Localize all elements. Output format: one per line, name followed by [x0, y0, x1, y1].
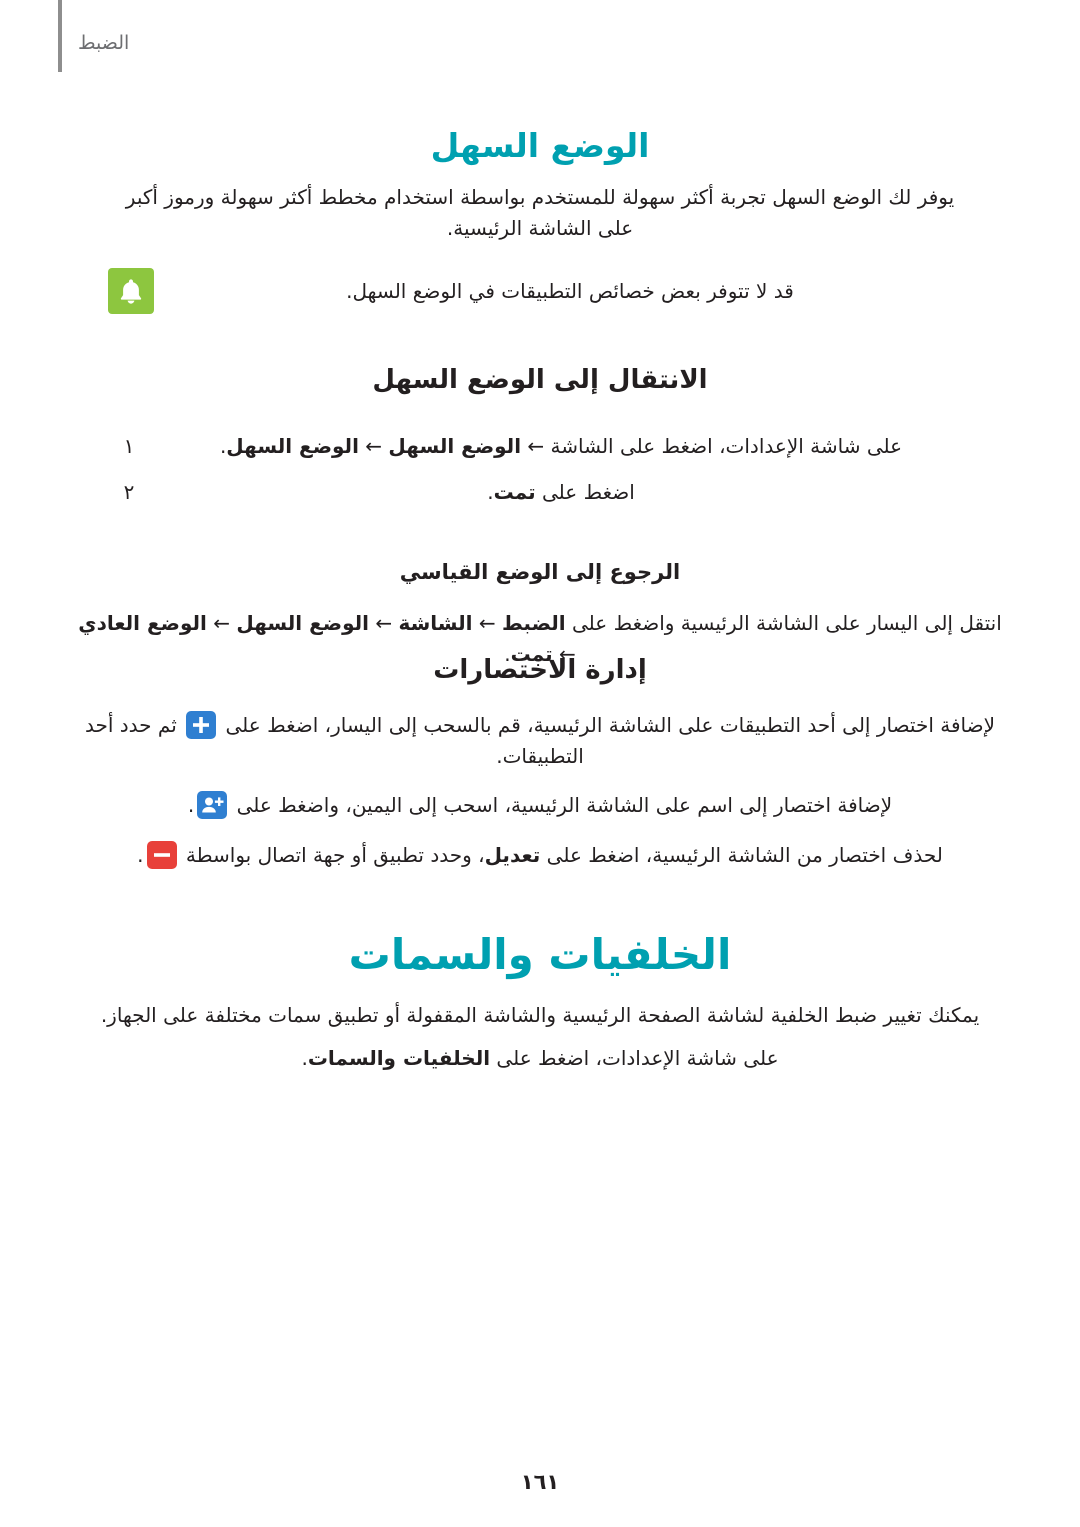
switch-heading-wrap: الانتقال إلى الوضع السهل — [108, 365, 972, 396]
switch-to-easy-mode-heading: الانتقال إلى الوضع السهل — [372, 365, 708, 395]
manage-shortcuts-heading: إدارة الاختصارات — [433, 655, 647, 685]
minus-icon — [146, 841, 177, 869]
list-item: ١ على شاشة الإعدادات، اضغط على الشاشة ← … — [108, 430, 972, 462]
shortcuts-heading-wrap: إدارة الاختصارات — [108, 655, 972, 686]
easy-mode-intro: يوفر لك الوضع السهل تجربة أكثر سهولة للم… — [125, 185, 955, 240]
shortcut-delete-wrap: لحذف اختصار من الشاشة الرئيسية، اضغط على… — [72, 840, 1008, 871]
header-divider-rule — [58, 0, 62, 72]
easy-mode-steps: ١ على شاشة الإعدادات، اضغط على الشاشة ← … — [108, 430, 972, 514]
step-text: على شاشة الإعدادات، اضغط على الشاشة ← ال… — [219, 434, 903, 458]
wallpapers-section-title-wrap: الخلفيات والسمات — [108, 930, 972, 980]
wallpapers-title: الخلفيات والسمات — [348, 930, 732, 979]
step-text: اضغط على تمت. — [487, 480, 635, 504]
page-number: ١٦١ — [520, 1470, 560, 1494]
page-header: الضبط — [0, 0, 1080, 90]
step-number: ٢ — [123, 480, 135, 504]
shortcut-delete-text: لحذف اختصار من الشاشة الرئيسية، اضغط على… — [137, 841, 943, 869]
shortcut-add-contact-wrap: لإضافة اختصار إلى اسم على الشاشة الرئيسي… — [108, 790, 972, 821]
wallpapers-intro: يمكنك تغيير ضبط الخلفية لشاشة الصفحة الر… — [100, 1003, 980, 1027]
list-item: ٢ اضغط على تمت. — [108, 476, 972, 508]
return-to-standard-mode-heading: الرجوع إلى الوضع القياسي — [399, 560, 681, 584]
easy-mode-section-title-wrap: الوضع السهل — [108, 126, 972, 166]
easy-mode-title: الوضع السهل — [430, 126, 650, 165]
return-heading-wrap: الرجوع إلى الوضع القياسي — [108, 560, 972, 585]
shortcut-add-app-text: لإضافة اختصار إلى أحد التطبيقات على الشا… — [85, 711, 995, 768]
shortcut-add-contact-text: لإضافة اختصار إلى اسم على الشاشة الرئيسي… — [187, 791, 893, 819]
add-person-icon — [197, 791, 228, 819]
wallpapers-step-wrap: على شاشة الإعدادات، اضغط على الخلفيات وا… — [108, 1043, 972, 1074]
wallpapers-intro-wrap: يمكنك تغيير ضبط الخلفية لشاشة الصفحة الر… — [84, 1000, 996, 1031]
step-number: ١ — [123, 434, 135, 458]
bell-icon — [108, 268, 154, 314]
easy-mode-note-row: قد لا تتوفر بعض خصائص التطبيقات في الوضع… — [108, 268, 972, 314]
shortcut-add-app-wrap: لإضافة اختصار إلى أحد التطبيقات على الشا… — [84, 710, 996, 772]
chapter-label: الضبط — [78, 32, 130, 54]
plus-icon — [186, 711, 217, 739]
easy-mode-note-text: قد لا تتوفر بعض خصائص التطبيقات في الوضع… — [346, 279, 794, 303]
wallpapers-step-text: على شاشة الإعدادات، اضغط على الخلفيات وا… — [301, 1046, 779, 1070]
easy-mode-intro-wrap: يوفر لك الوضع السهل تجربة أكثر سهولة للم… — [108, 182, 972, 244]
